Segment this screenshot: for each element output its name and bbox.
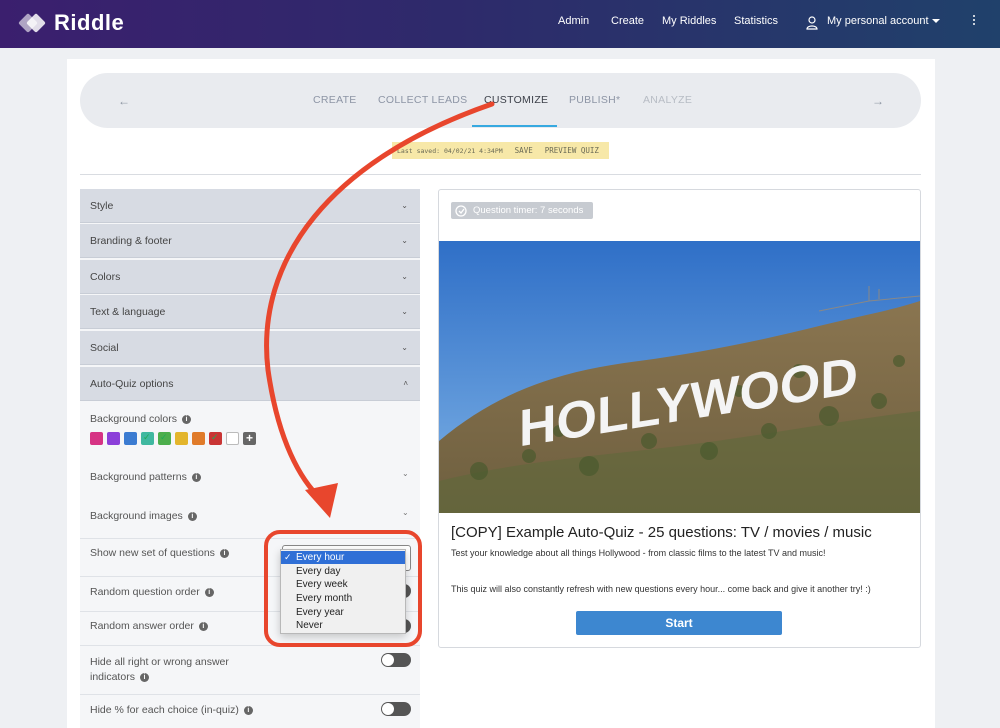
check-icon: ✓: [160, 432, 168, 442]
info-icon[interactable]: i: [219, 549, 229, 558]
random-question-label: Random question order: [90, 586, 200, 598]
background-colors-label: Background colors: [90, 413, 177, 425]
hide-indicators-label-cont: indicators: [90, 671, 135, 683]
last-saved-text: Last saved: 04/02/21 4:34PM: [397, 146, 503, 155]
show-new-set-label: Show new set of questions: [90, 547, 215, 559]
chevron-down-icon[interactable]: ⌄: [402, 508, 409, 517]
section-label: Style: [90, 199, 114, 212]
nav-account-menu[interactable]: My personal account: [827, 15, 929, 27]
chevron-up-icon: ˄: [403, 379, 408, 388]
section-label: Text & language: [90, 305, 166, 318]
chevron-down-icon: ⌄: [401, 307, 408, 316]
active-step-indicator: [472, 125, 557, 127]
section-label: Branding & footer: [90, 234, 172, 247]
user-icon: [806, 16, 818, 30]
hide-percent-row: Hide % for each choice (in-quiz) i: [80, 704, 420, 716]
question-timer-badge: Question timer: 7 seconds: [451, 202, 593, 219]
arrow-right-icon[interactable]: →: [872, 94, 884, 108]
step-create[interactable]: CREATE: [313, 94, 357, 106]
save-status-bar: Last saved: 04/02/21 4:34PM SAVE PREVIEW…: [392, 142, 609, 159]
step-analyze: ANALYZE: [643, 94, 693, 106]
quiz-refresh-note: This quiz will also constantly refresh w…: [451, 584, 871, 594]
settings-panel: Style ⌄ Branding & footer ⌄ Colors ⌄ Tex…: [80, 189, 420, 728]
chevron-down-icon[interactable]: [932, 19, 940, 23]
section-text-language[interactable]: Text & language ⌄: [80, 295, 420, 329]
section-label: Social: [90, 341, 119, 354]
divider: [80, 174, 921, 175]
info-icon[interactable]: i: [204, 588, 214, 597]
preview-quiz-button[interactable]: PREVIEW QUIZ: [545, 146, 599, 155]
more-vertical-icon[interactable]: [972, 15, 976, 29]
arrow-left-icon[interactable]: ←: [118, 94, 130, 108]
timer-icon: [455, 204, 467, 217]
step-publish[interactable]: PUBLISH*: [569, 94, 620, 106]
quiz-description: Test your knowledge about all things Hol…: [451, 548, 826, 558]
color-swatch[interactable]: [124, 432, 137, 445]
divider: [80, 694, 420, 695]
add-color-icon[interactable]: +: [243, 432, 256, 445]
step-navigation: ← CREATE COLLECT LEADS CUSTOMIZE PUBLISH…: [80, 73, 921, 128]
color-swatch[interactable]: [226, 432, 239, 445]
nav-admin[interactable]: Admin: [558, 15, 589, 27]
chevron-down-icon: ⌄: [401, 236, 408, 245]
section-style[interactable]: Style ⌄: [80, 189, 420, 223]
hollywood-image: HOLLYWOOD: [439, 241, 920, 513]
nav-my-riddles[interactable]: My Riddles: [662, 15, 716, 27]
check-icon: ✓: [211, 432, 219, 442]
color-swatch-selected[interactable]: ✓: [158, 432, 171, 445]
background-patterns-label: Background patterns: [90, 471, 187, 483]
info-icon[interactable]: i: [187, 512, 197, 521]
hide-indicators-toggle[interactable]: [381, 653, 411, 667]
info-icon[interactable]: i: [191, 473, 201, 482]
info-icon[interactable]: i: [139, 673, 149, 682]
check-icon: ✓: [143, 432, 151, 442]
info-icon[interactable]: i: [243, 706, 253, 715]
hide-indicators-row: Hide all right or wrong answer indicator…: [80, 655, 420, 685]
color-swatch-selected[interactable]: ✓: [141, 432, 154, 445]
chevron-down-icon: ⌄: [401, 343, 408, 352]
section-social[interactable]: Social ⌄: [80, 331, 420, 365]
hide-percent-label: Hide % for each choice (in-quiz): [90, 704, 239, 716]
section-auto-quiz-options[interactable]: Auto-Quiz options ˄: [80, 367, 420, 401]
chevron-down-icon: ⌄: [401, 201, 408, 210]
step-customize[interactable]: CUSTOMIZE: [484, 94, 548, 106]
save-button[interactable]: SAVE: [515, 146, 533, 155]
color-swatch[interactable]: [192, 432, 205, 445]
background-colors-row: Background colors i: [80, 413, 420, 425]
color-swatches: ✓ ✓ ✓ +: [90, 432, 260, 446]
quiz-title: [COPY] Example Auto-Quiz - 25 questions:…: [451, 524, 872, 541]
hide-percent-toggle[interactable]: [381, 702, 411, 716]
info-icon[interactable]: i: [181, 415, 191, 424]
section-branding-footer[interactable]: Branding & footer ⌄: [80, 224, 420, 258]
nav-statistics[interactable]: Statistics: [734, 15, 778, 27]
annotation-highlight-ring: [264, 530, 422, 647]
nav-create[interactable]: Create: [611, 15, 644, 27]
section-colors[interactable]: Colors ⌄: [80, 260, 420, 294]
background-images-row[interactable]: Background images i: [80, 510, 420, 522]
start-button[interactable]: Start: [576, 611, 782, 635]
background-patterns-row[interactable]: Background patterns i: [80, 471, 420, 483]
color-swatch-selected[interactable]: ✓: [209, 432, 222, 445]
color-swatch[interactable]: [90, 432, 103, 445]
step-collect-leads[interactable]: COLLECT LEADS: [378, 94, 468, 106]
color-swatch[interactable]: [175, 432, 188, 445]
chevron-down-icon[interactable]: ⌄: [402, 469, 409, 478]
timer-text: Question timer: 7 seconds: [473, 205, 584, 216]
section-label: Colors: [90, 270, 121, 283]
hide-indicators-label: Hide all right or wrong answer: [90, 656, 229, 668]
color-swatch[interactable]: [107, 432, 120, 445]
random-answer-label: Random answer order: [90, 620, 194, 632]
top-navbar: Riddle Admin Create My Riddles Statistic…: [0, 0, 1000, 48]
section-label: Auto-Quiz options: [90, 377, 174, 390]
chevron-down-icon: ⌄: [401, 272, 408, 281]
info-icon[interactable]: i: [198, 622, 208, 631]
background-images-label: Background images: [90, 510, 183, 522]
